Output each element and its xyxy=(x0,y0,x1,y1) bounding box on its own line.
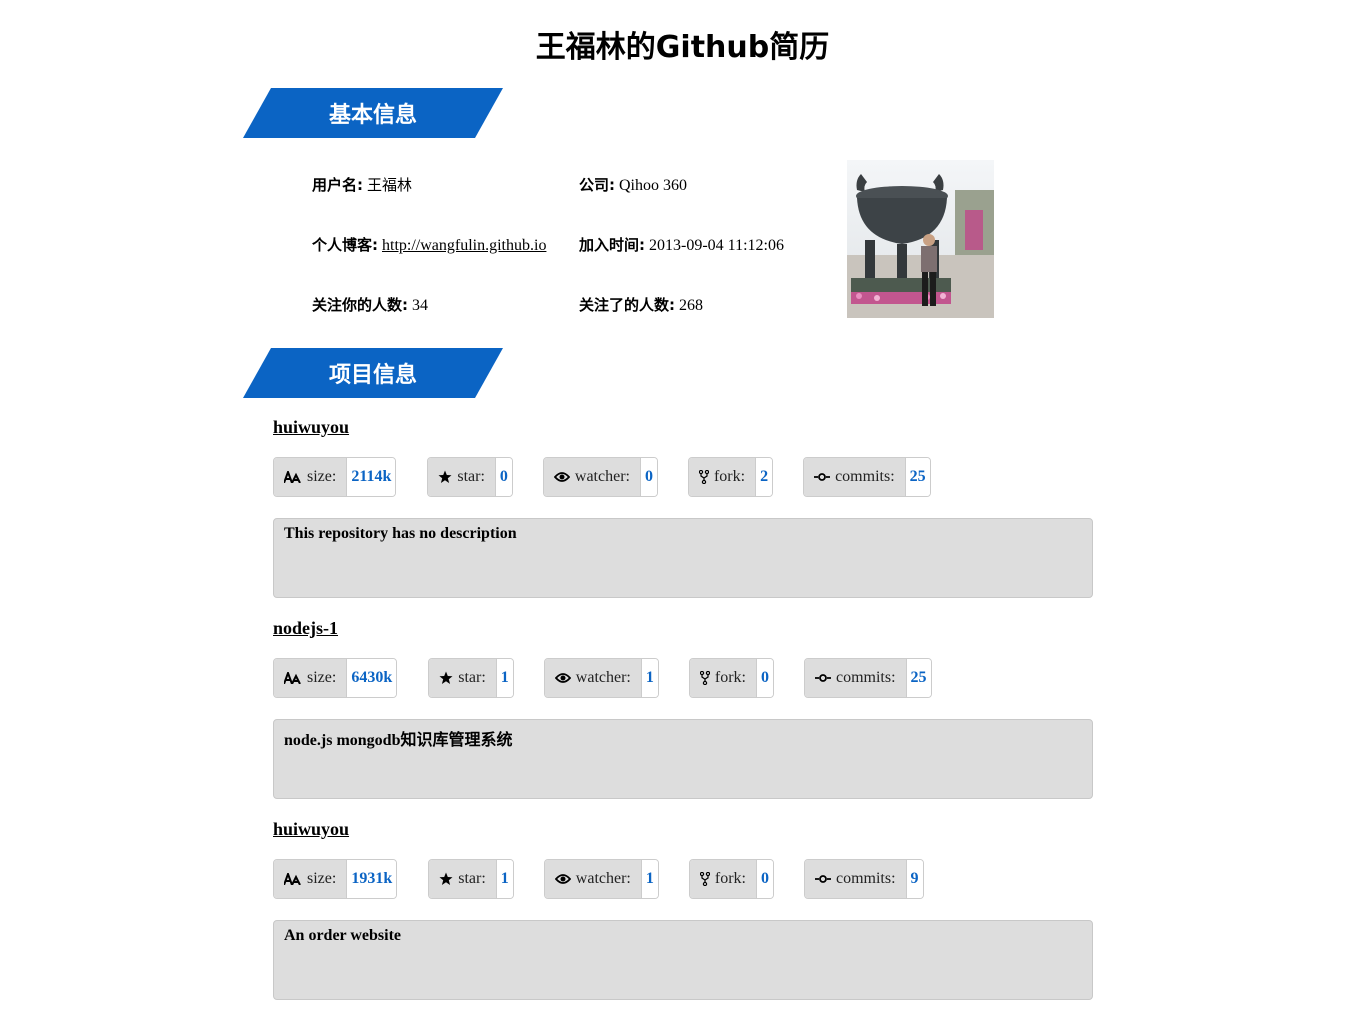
section-basic-info: 基本信息 xyxy=(243,88,503,138)
stat-watcher-value: 1 xyxy=(641,659,658,697)
stat-star: star: 1 xyxy=(428,658,514,698)
stat-size-value: 1931k xyxy=(347,860,397,898)
repo-name-link[interactable]: huiwuyou xyxy=(273,417,349,438)
blog-link[interactable]: http://wangfulin.github.io xyxy=(382,237,546,254)
stat-watcher-value: 1 xyxy=(641,860,658,898)
eye-icon xyxy=(554,673,571,683)
stat-watcher-label: watcher: xyxy=(575,870,631,887)
eye-icon xyxy=(554,874,571,884)
followers-value: 34 xyxy=(412,297,428,314)
avatar xyxy=(847,160,994,318)
stat-fork-label: fork: xyxy=(714,870,746,887)
stat-fork: fork: 0 xyxy=(688,658,774,698)
repo-stats: size: 1931k star: 1 watcher: 1 fork: 0 c… xyxy=(273,859,924,899)
joined-value: 2013-09-04 11:12:06 xyxy=(649,237,784,254)
blog-label: 个人博客: xyxy=(312,236,378,254)
stat-commits-value: 25 xyxy=(906,659,931,697)
stat-fork-value: 0 xyxy=(756,659,773,697)
stat-star-value: 1 xyxy=(496,659,513,697)
stat-star-label: star: xyxy=(457,468,485,485)
joined-label: 加入时间: xyxy=(579,236,645,254)
stat-fork-value: 0 xyxy=(756,860,773,898)
stat-size: size: 1931k xyxy=(273,859,398,899)
fork-icon xyxy=(698,470,709,484)
profile-blog: 个人博客: http://wangfulin.github.io xyxy=(312,235,546,256)
followers-label: 关注你的人数: xyxy=(312,296,408,314)
commit-icon xyxy=(814,473,831,481)
username-value: 王福林 xyxy=(367,176,413,194)
stat-watcher: watcher: 1 xyxy=(543,859,659,899)
profile-username: 用户名: 王福林 xyxy=(312,175,412,196)
stat-watcher-label: watcher: xyxy=(575,669,631,686)
stat-commits-value: 9 xyxy=(906,860,923,898)
stat-size: size: 6430k xyxy=(273,658,398,698)
repo-description: An order website xyxy=(273,920,1093,1000)
stat-fork: fork: 2 xyxy=(687,457,774,497)
stat-star-label: star: xyxy=(458,669,486,686)
stat-commits-label: commits: xyxy=(835,669,896,686)
repo-description: node.js mongodb知识库管理系统 xyxy=(273,719,1093,799)
commit-icon xyxy=(814,674,831,682)
stat-star: star: 1 xyxy=(428,859,514,899)
repo-name-link[interactable]: nodejs-1 xyxy=(273,618,338,639)
stat-watcher-label: watcher: xyxy=(574,468,630,485)
stat-commits-value: 25 xyxy=(905,458,930,496)
stat-fork-label: fork: xyxy=(714,669,746,686)
following-value: 268 xyxy=(679,297,703,314)
repo-name-link[interactable]: huiwuyou xyxy=(273,819,349,840)
section-project-info-label: 项目信息 xyxy=(328,363,417,388)
stat-fork-value: 2 xyxy=(756,458,773,496)
eye-icon xyxy=(553,472,570,482)
stat-fork: fork: 0 xyxy=(688,859,774,899)
stat-star-value: 0 xyxy=(495,458,512,496)
stat-star-value: 1 xyxy=(496,860,513,898)
repo-stats: size: 2114k star: 0 watcher: 0 fork: 2 c… xyxy=(273,457,931,497)
stat-size-label: size: xyxy=(307,870,337,887)
fork-icon xyxy=(699,671,710,685)
section-basic-info-label: 基本信息 xyxy=(328,103,417,128)
profile-joined: 加入时间: 2013-09-04 11:12:06 xyxy=(579,235,784,256)
stat-commits-label: commits: xyxy=(835,468,895,485)
following-label: 关注了的人数: xyxy=(579,296,675,314)
profile-following: 关注了的人数: 268 xyxy=(579,295,703,316)
stat-size-value: 2114k xyxy=(347,458,396,496)
commit-icon xyxy=(814,875,831,883)
star-icon xyxy=(439,671,453,684)
repo-description: This repository has no description xyxy=(273,518,1093,598)
repo-stats: size: 6430k star: 1 watcher: 1 fork: 0 c… xyxy=(273,658,932,698)
section-project-info: 项目信息 xyxy=(243,348,503,398)
stat-size-label: size: xyxy=(307,468,337,485)
username-label: 用户名: xyxy=(312,176,363,194)
stat-size-label: size: xyxy=(307,669,337,686)
page-title: 王福林的Github简历 xyxy=(535,30,830,65)
text-size-icon xyxy=(284,672,301,684)
company-value: Qihoo 360 xyxy=(619,177,687,194)
stat-star-label: star: xyxy=(458,870,486,887)
text-size-icon xyxy=(284,873,301,885)
company-label: 公司: xyxy=(579,176,615,194)
stat-commits: commits: 25 xyxy=(803,457,931,497)
stat-watcher: watcher: 0 xyxy=(542,457,658,497)
stat-size: size: 2114k xyxy=(273,457,397,497)
star-icon xyxy=(439,872,453,885)
stat-commits: commits: 9 xyxy=(803,859,924,899)
profile-company: 公司: Qihoo 360 xyxy=(579,175,687,196)
star-icon xyxy=(438,470,452,483)
profile-followers: 关注你的人数: 34 xyxy=(312,295,428,316)
stat-watcher: watcher: 1 xyxy=(543,658,659,698)
stat-commits: commits: 25 xyxy=(803,658,932,698)
fork-icon xyxy=(699,872,710,886)
stat-size-value: 6430k xyxy=(347,659,397,697)
stat-watcher-value: 0 xyxy=(640,458,657,496)
stat-commits-label: commits: xyxy=(835,870,896,887)
stat-star: star: 0 xyxy=(427,457,513,497)
text-size-icon xyxy=(284,471,301,483)
stat-fork-label: fork: xyxy=(713,468,746,485)
